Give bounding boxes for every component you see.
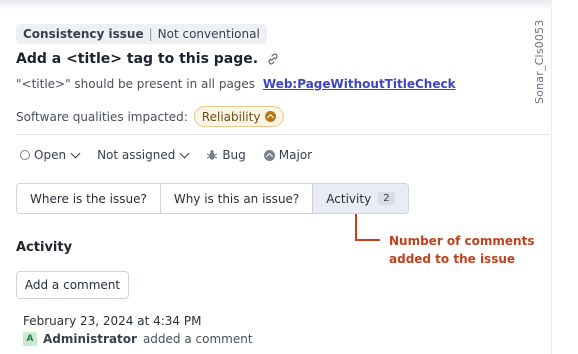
comment-author-name: Administrator: [43, 332, 137, 346]
type-label: Bug: [222, 148, 246, 162]
severity-label: Major: [278, 148, 313, 162]
tab-why-label: Why is this an issue?: [173, 191, 300, 206]
right-edge-divider: [551, 0, 552, 354]
software-qualities: Software qualities impacted: Reliability: [16, 106, 285, 127]
comment-author-row: A Administrator added a comment: [23, 332, 253, 346]
rule-link[interactable]: Web:PageWithoutTitleCheck: [263, 77, 456, 91]
annotation-pointer-horizontal: [355, 239, 380, 241]
side-screenshot-label: Sonar_Cls0053: [533, 19, 546, 104]
issue-description: "<title>" should be present in all pages…: [16, 77, 456, 91]
annotation-line-2: added to the issue: [389, 252, 516, 266]
open-status-icon: [20, 150, 30, 160]
chevron-down-icon: [70, 148, 81, 158]
divider: [16, 134, 550, 135]
annotation-callout: Number of comments added to the issue: [389, 232, 534, 268]
tab-activity[interactable]: Activity 2: [313, 184, 408, 213]
permalink-icon[interactable]: [266, 52, 280, 66]
avatar: A: [23, 332, 37, 346]
comment-count-badge: 2: [378, 192, 395, 205]
severity-up-icon: [265, 111, 277, 122]
bug-icon: [207, 150, 218, 160]
major-severity-icon: [263, 149, 275, 161]
description-text: "<title>" should be present in all pages: [16, 77, 256, 91]
activity-heading: Activity: [16, 240, 73, 255]
annotation-line-1: Number of comments: [389, 234, 535, 248]
comment-date: February 23, 2024 at 4:34 PM: [23, 314, 202, 328]
top-shadow-band: [0, 0, 551, 10]
tab-activity-label: Activity: [326, 191, 372, 206]
reliability-pill[interactable]: Reliability: [193, 106, 285, 127]
reliability-label: Reliability: [201, 109, 261, 124]
status-label: Open: [34, 148, 67, 162]
add-comment-button[interactable]: Add a comment: [16, 271, 129, 299]
assignee-label: Not assigned: [97, 148, 176, 162]
issue-title: Add a <title> tag to this page.: [16, 51, 280, 67]
issue-tabs: Where is the issue? Why is this an issue…: [16, 183, 409, 214]
qualities-label: Software qualities impacted:: [16, 109, 188, 124]
assignee-dropdown[interactable]: Not assigned: [97, 148, 190, 162]
tag-not-conventional: Not conventional: [157, 27, 260, 41]
issue-type: Bug: [206, 148, 246, 162]
status-dropdown[interactable]: Open: [20, 148, 81, 162]
issue-title-text: Add a <title> tag to this page.: [16, 51, 259, 67]
comment-action: added a comment: [142, 332, 253, 346]
tab-where[interactable]: Where is the issue?: [17, 184, 161, 213]
tab-why[interactable]: Why is this an issue?: [160, 184, 314, 213]
issue-attributes-tag: Consistency issue | Not conventional: [16, 24, 267, 44]
tag-separator: |: [148, 27, 153, 41]
tag-consistency: Consistency issue: [23, 27, 144, 41]
issue-severity: Major: [263, 148, 313, 162]
annotation-pointer-vertical: [355, 214, 357, 241]
chevron-down-icon: [179, 148, 190, 158]
tab-where-label: Where is the issue?: [30, 191, 147, 206]
issue-meta-row: Open Not assigned Bug Major: [20, 148, 330, 162]
